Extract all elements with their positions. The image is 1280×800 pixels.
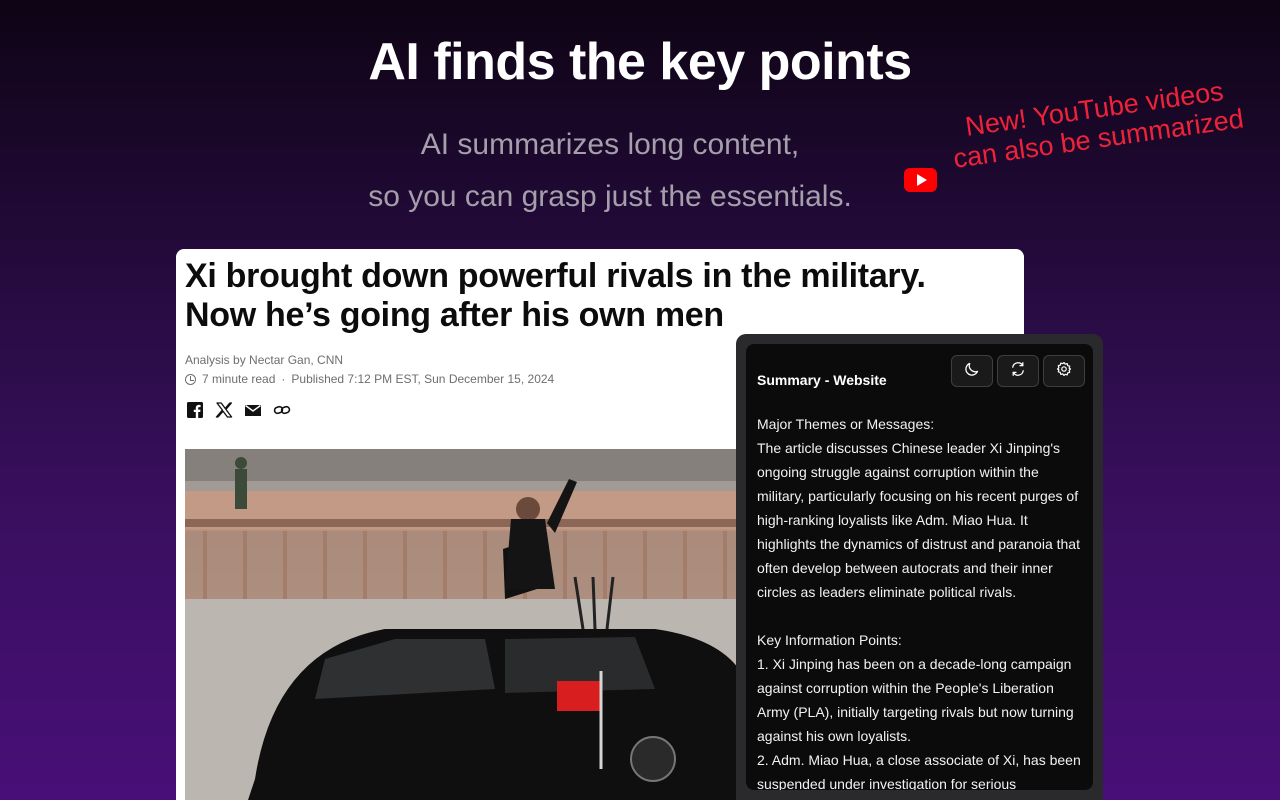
key-point-1: 1. Xi Jinping has been on a decade-long …: [757, 656, 1074, 744]
meta-separator: ·: [281, 372, 286, 386]
clock-icon: [185, 373, 196, 385]
facebook-icon[interactable]: [186, 401, 204, 419]
section-heading-themes: Major Themes or Messages:: [757, 416, 935, 432]
moon-icon: [964, 361, 980, 382]
gear-icon: [1056, 361, 1072, 382]
article-meta: 7 minute read · Published 7:12 PM EST, S…: [185, 372, 554, 386]
refresh-icon: [1010, 361, 1026, 382]
article-title-line2: Now he’s going after his own men: [185, 296, 724, 334]
summary-body: Major Themes or Messages: The article di…: [757, 412, 1087, 790]
summary-panel-content: Summary - Website Major Themes or Messag…: [746, 344, 1093, 790]
dark-mode-button[interactable]: [951, 355, 993, 387]
section-text-themes: The article discusses Chinese leader Xi …: [757, 440, 1080, 600]
article-byline[interactable]: Analysis by Nectar Gan, CNN: [185, 353, 343, 367]
x-icon[interactable]: [215, 401, 233, 419]
published-date: Published 7:12 PM EST, Sun December 15, …: [291, 372, 555, 386]
summary-header: Summary - Website: [746, 344, 1093, 400]
hero-title: AI finds the key points: [368, 33, 912, 91]
summary-panel: Summary - Website Major Themes or Messag…: [736, 334, 1103, 800]
key-point-2: 2. Adm. Miao Hua, a close associate of X…: [757, 752, 1081, 790]
share-bar: [186, 401, 291, 419]
article-photo: [185, 449, 745, 800]
youtube-play-icon: [904, 168, 937, 192]
youtube-promo: New! YouTube videos can also be summariz…: [904, 76, 1264, 218]
summary-title: Summary - Website: [757, 372, 887, 388]
section-heading-key-points: Key Information Points:: [757, 632, 902, 648]
read-time: 7 minute read: [202, 372, 276, 386]
link-icon[interactable]: [273, 401, 291, 419]
parade-car-image: [185, 449, 745, 800]
email-icon[interactable]: [244, 401, 262, 419]
article-title-line1: Xi brought down powerful rivals in the m…: [185, 257, 926, 295]
article-title: Xi brought down powerful rivals in the m…: [185, 257, 1015, 335]
refresh-button[interactable]: [997, 355, 1039, 387]
settings-button[interactable]: [1043, 355, 1085, 387]
